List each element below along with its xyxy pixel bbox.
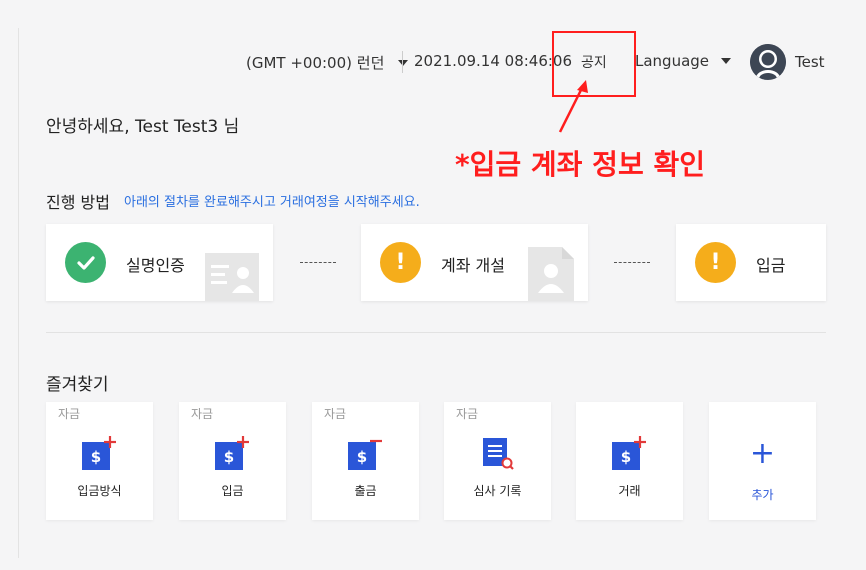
step-label: 계좌 개설 [441,256,505,275]
chevron-down-icon [721,58,732,64]
favorite-label: 출금 [354,484,377,498]
avatar[interactable] [750,44,786,80]
steps-description: 아래의 절차를 완료해주시고 거래여정을 시작해주세요. [124,195,420,210]
svg-text:$: $ [357,448,367,466]
step-connector [614,262,650,263]
favorite-tag: 자금 [324,407,347,421]
svg-text:$: $ [621,448,631,466]
language-selector[interactable]: Language [635,52,732,70]
arrow-icon [558,80,588,133]
favorite-label: 심사 기록 [473,484,522,498]
favorite-deposit[interactable]: 자금 $ 입금 [179,402,286,520]
language-label: Language [635,52,710,70]
favorite-tag: 자금 [58,407,81,421]
plus-icon: + [749,436,776,471]
timezone-selector[interactable]: (GMT +00:00) 런던 [246,52,409,73]
add-favorite-button[interactable]: + 추가 [709,402,816,520]
id-card-icon [205,253,259,301]
user-icon [750,44,786,80]
favorite-tag: 자금 [191,407,214,421]
step-card-deposit[interactable]: ! 입금 [676,224,826,301]
favorite-label: 입금 [221,484,244,498]
left-border [18,28,19,558]
add-favorite-label: 추가 [751,488,774,502]
top-bar: (GMT +00:00) 런던 2021.09.14 08:46:06 공지 L… [0,44,866,80]
chevron-down-icon [398,59,409,66]
divider [402,51,403,73]
greeting: 안녕하세요, Test Test3 님 [46,117,240,137]
favorite-tag: 자금 [456,407,479,421]
favorite-label: 입금방식 [77,484,122,498]
favorites-title: 즐겨찾기 [46,375,109,395]
exclamation-icon: ! [695,242,736,283]
dollar-plus-icon: $ [215,436,249,470]
favorite-trade[interactable]: $ 거래 [576,402,683,520]
check-icon [65,242,106,283]
exclamation-icon: ! [380,242,421,283]
favorite-review-history[interactable]: 자금 심사 기록 [444,402,551,520]
step-card-account[interactable]: ! 계좌 개설 [361,224,588,301]
favorite-withdraw[interactable]: 자금 $ 출금 [312,402,419,520]
step-card-verification[interactable]: 실명인증 [46,224,273,301]
favorite-deposit-method[interactable]: 자금 $ 입금방식 [46,402,153,520]
step-label: 입금 [756,256,786,275]
svg-text:$: $ [91,448,101,466]
svg-text:$: $ [224,448,234,466]
annotation-text: *입금 계좌 정보 확인 [455,148,705,181]
document-user-icon [528,247,574,301]
document-search-icon [483,438,514,470]
dollar-plus-icon: $ [82,436,116,470]
dollar-minus-icon: $ [348,439,382,470]
divider [46,332,826,333]
steps-title: 진행 방법 [46,193,110,212]
step-label: 실명인증 [126,256,185,275]
current-datetime: 2021.09.14 08:46:06 [414,52,573,70]
favorite-label: 거래 [618,484,641,498]
dollar-plus-icon: $ [612,436,646,470]
step-connector [300,262,336,263]
username[interactable]: Test [795,53,825,71]
timezone-label: (GMT +00:00) 런던 [246,54,385,72]
